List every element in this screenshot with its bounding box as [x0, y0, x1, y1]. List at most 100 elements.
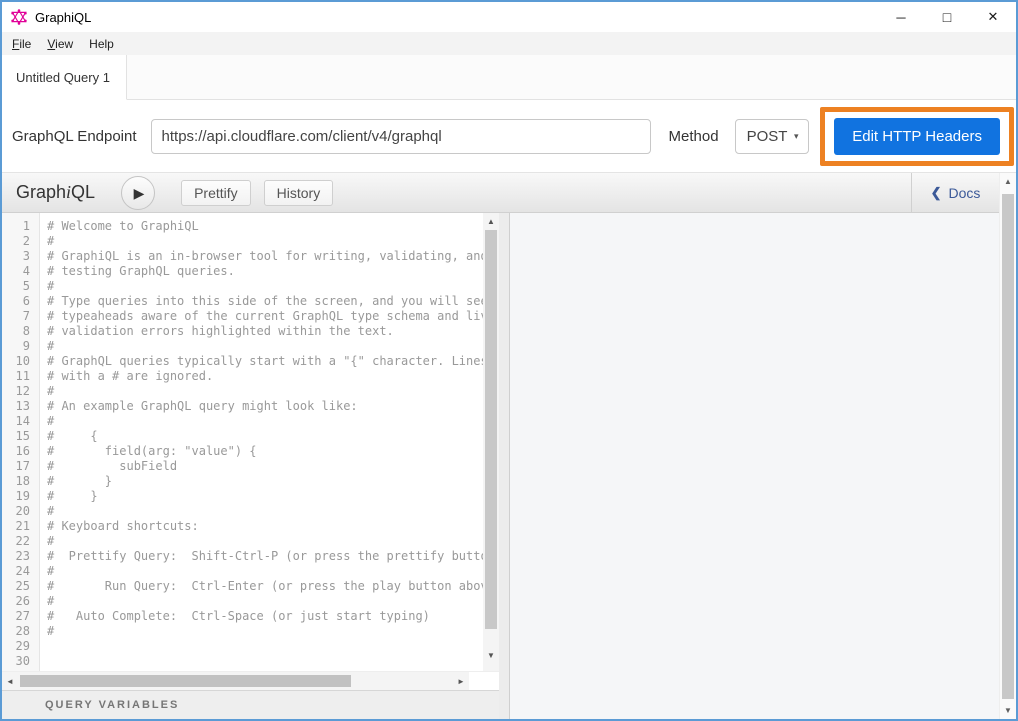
- method-selected-value: POST: [747, 128, 788, 145]
- line-number: 28: [2, 624, 39, 639]
- window-vertical-scrollbar[interactable]: ▲ ▼: [999, 173, 1016, 719]
- line-number: 6: [2, 294, 39, 309]
- window-vscroll-thumb[interactable]: [1002, 194, 1014, 699]
- scroll-down-icon[interactable]: ▼: [1000, 702, 1016, 719]
- line-number: 19: [2, 489, 39, 504]
- line-number: 5: [2, 279, 39, 294]
- minimize-button[interactable]: ─: [878, 2, 924, 32]
- line-number: 10: [2, 354, 39, 369]
- window-title: GraphiQL: [35, 10, 91, 25]
- line-number: 21: [2, 519, 39, 534]
- graphiql-toolbar: GraphiQL ▶ Prettify History ❮ Docs: [2, 173, 999, 213]
- code-line[interactable]: #: [47, 594, 483, 609]
- prettify-button[interactable]: Prettify: [181, 180, 251, 206]
- code-line[interactable]: # {: [47, 429, 483, 444]
- chevron-down-icon: ▾: [794, 131, 799, 142]
- scroll-up-icon[interactable]: ▲: [483, 213, 499, 229]
- app-window: GraphiQL ─ □ ✕ File View Help Untitled Q…: [0, 0, 1018, 721]
- code-line[interactable]: #: [47, 234, 483, 249]
- edit-http-headers-button[interactable]: Edit HTTP Headers: [834, 118, 1000, 155]
- code-line[interactable]: # testing GraphQL queries.: [47, 264, 483, 279]
- code-line[interactable]: #: [47, 534, 483, 549]
- menu-help[interactable]: Help: [81, 34, 122, 54]
- code-line[interactable]: # field(arg: "value") {: [47, 444, 483, 459]
- scroll-up-icon[interactable]: ▲: [1000, 173, 1016, 190]
- maximize-button[interactable]: □: [924, 2, 970, 32]
- scroll-left-icon[interactable]: ◄: [2, 677, 18, 686]
- code-line[interactable]: [47, 639, 483, 654]
- history-button[interactable]: History: [264, 180, 334, 206]
- editor-vscroll-thumb[interactable]: [485, 230, 497, 629]
- menu-view-label: iew: [55, 37, 73, 51]
- line-number: 29: [2, 639, 39, 654]
- line-number: 20: [2, 504, 39, 519]
- code-line[interactable]: # }: [47, 474, 483, 489]
- code-line[interactable]: #: [47, 504, 483, 519]
- editor-vertical-scrollbar[interactable]: ▲ ▼: [483, 213, 499, 671]
- code-line[interactable]: [47, 654, 483, 669]
- code-line[interactable]: # typeaheads aware of the current GraphQ…: [47, 309, 483, 324]
- method-select[interactable]: POST ▾: [735, 119, 809, 154]
- code-line[interactable]: # GraphQL queries typically start with a…: [47, 354, 483, 369]
- code-line[interactable]: #: [47, 279, 483, 294]
- code-line[interactable]: # An example GraphQL query might look li…: [47, 399, 483, 414]
- editor-hscroll-thumb[interactable]: [20, 675, 351, 687]
- hscroll-track[interactable]: [18, 672, 453, 690]
- line-number: 26: [2, 594, 39, 609]
- code-line[interactable]: # Type queries into this side of the scr…: [47, 294, 483, 309]
- line-number: 30: [2, 654, 39, 669]
- pane-divider[interactable]: [499, 213, 510, 719]
- line-number: 1: [2, 219, 39, 234]
- code-line[interactable]: # with a # are ignored.: [47, 369, 483, 384]
- line-number: 9: [2, 339, 39, 354]
- line-number: 25: [2, 579, 39, 594]
- code-line[interactable]: #: [47, 414, 483, 429]
- code-line[interactable]: # Auto Complete: Ctrl-Space (or just sta…: [47, 609, 483, 624]
- line-number: 8: [2, 324, 39, 339]
- code-line[interactable]: # GraphiQL is an in-browser tool for wri…: [47, 249, 483, 264]
- code-line[interactable]: #: [47, 384, 483, 399]
- play-icon: ▶: [134, 186, 145, 200]
- menu-bar: File View Help: [2, 32, 1016, 55]
- code-line[interactable]: #: [47, 564, 483, 579]
- line-number: 7: [2, 309, 39, 324]
- line-number: 22: [2, 534, 39, 549]
- scroll-right-icon[interactable]: ►: [453, 677, 469, 686]
- scroll-down-icon[interactable]: ▼: [483, 647, 499, 663]
- endpoint-url-input[interactable]: [151, 119, 651, 154]
- menu-view-accel: V: [47, 37, 55, 51]
- code-line[interactable]: #: [47, 339, 483, 354]
- graphiql-main: GraphiQL ▶ Prettify History ❮ Docs 12345…: [2, 173, 999, 719]
- menu-view[interactable]: View: [39, 34, 81, 54]
- code-line[interactable]: # subField: [47, 459, 483, 474]
- editor-horizontal-scrollbar[interactable]: ◄ ►: [2, 671, 499, 690]
- close-button[interactable]: ✕: [970, 2, 1016, 32]
- code-area: 1234567891011121314151617181920212223242…: [2, 213, 499, 671]
- code-lines[interactable]: # Welcome to GraphiQL## GraphiQL is an i…: [40, 213, 483, 671]
- window-controls: ─ □ ✕: [878, 2, 1016, 32]
- query-editor-pane: 1234567891011121314151617181920212223242…: [2, 213, 499, 719]
- code-line[interactable]: # }: [47, 489, 483, 504]
- query-variables-bar[interactable]: QUERY VARIABLES: [2, 690, 499, 719]
- line-number: 4: [2, 264, 39, 279]
- code-line[interactable]: # Welcome to GraphiQL: [47, 219, 483, 234]
- tab-untitled-query-1[interactable]: Untitled Query 1: [2, 55, 127, 100]
- code-line[interactable]: #: [47, 624, 483, 639]
- code-line[interactable]: # Keyboard shortcuts:: [47, 519, 483, 534]
- code-line[interactable]: # Run Query: Ctrl-Enter (or press the pl…: [47, 579, 483, 594]
- menu-file[interactable]: File: [4, 34, 39, 54]
- execute-query-button[interactable]: ▶: [121, 176, 155, 210]
- docs-toggle[interactable]: ❮ Docs: [911, 173, 999, 212]
- code-line[interactable]: # validation errors highlighted within t…: [47, 324, 483, 339]
- line-number: 2: [2, 234, 39, 249]
- code-line[interactable]: # Prettify Query: Shift-Ctrl-P (or press…: [47, 549, 483, 564]
- result-pane: [510, 213, 999, 719]
- query-variables-title: QUERY VARIABLES: [45, 699, 179, 711]
- method-label: Method: [669, 128, 719, 145]
- endpoint-label: GraphQL Endpoint: [12, 128, 137, 145]
- line-number: 13: [2, 399, 39, 414]
- menu-help-label: Help: [89, 37, 114, 51]
- line-number: 16: [2, 444, 39, 459]
- line-number: 11: [2, 369, 39, 384]
- scrollbar-corner: [469, 672, 499, 690]
